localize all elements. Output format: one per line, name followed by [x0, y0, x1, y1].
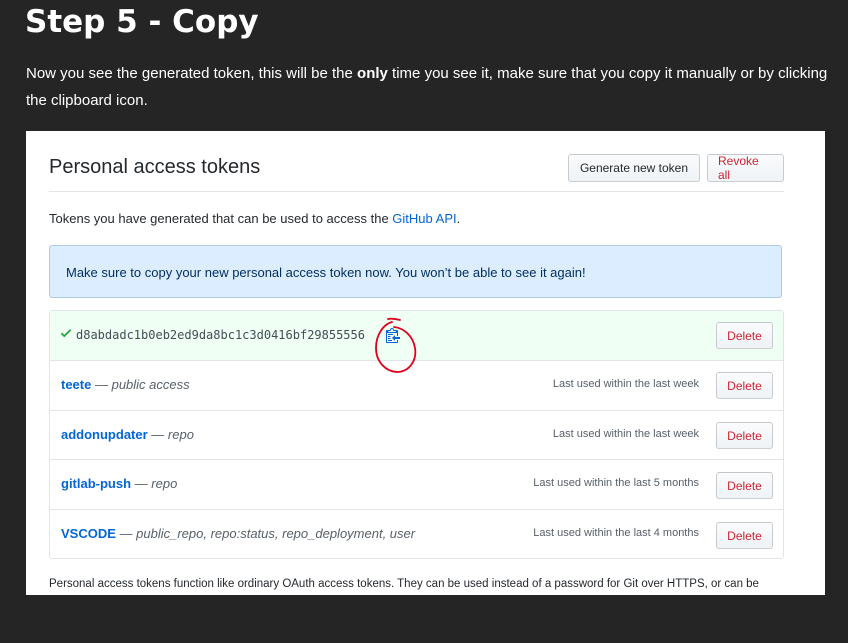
intro-text-before: Now you see the generated token, this wi…: [26, 65, 358, 82]
intro-paragraph: Now you see the generated token, this wi…: [26, 60, 831, 114]
copy-token-flash: Make sure to copy your new personal acce…: [49, 245, 782, 298]
description-period: .: [456, 211, 461, 226]
token-list: d8abdadc1b0eb2ed9da8bc1c3d0416bf29855556…: [49, 310, 784, 559]
generate-new-token-button[interactable]: Generate new token: [568, 154, 700, 182]
token-last-used: Last used within the last week: [552, 378, 699, 390]
token-name-link[interactable]: teete: [61, 377, 91, 392]
delete-token-button[interactable]: Delete: [716, 422, 773, 449]
token-scopes: repo: [151, 476, 178, 491]
footnote-text: Personal access tokens function like ord…: [49, 578, 759, 590]
delete-token-button[interactable]: Delete: [716, 522, 773, 549]
token-scopes: public access: [111, 377, 190, 392]
new-token-row: d8abdadc1b0eb2ed9da8bc1c3d0416bf29855556…: [50, 311, 783, 361]
token-scopes: repo: [167, 427, 194, 442]
token-row-teete: teete — public access Last used within t…: [50, 361, 783, 411]
token-last-used: Last used within the last 4 months: [533, 527, 699, 539]
description-text: Tokens you have generated that can be us…: [49, 211, 393, 226]
token-last-used: Last used within the last 5 months: [533, 477, 699, 489]
token-last-used: Last used within the last week: [552, 428, 699, 440]
token-name-link[interactable]: addonupdater: [61, 427, 148, 442]
token-row-addonupdater: addonupdater — repo Last used within the…: [50, 411, 783, 460]
token-separator: —: [147, 427, 168, 442]
new-token-value[interactable]: d8abdadc1b0eb2ed9da8bc1c3d0416bf29855556: [76, 328, 365, 342]
delete-token-button[interactable]: Delete: [716, 472, 773, 499]
token-info: teete — public access: [61, 377, 190, 392]
token-scopes: public_repo, repo:status, repo_deploymen…: [136, 526, 416, 541]
token-info: addonupdater — repo: [61, 427, 194, 442]
token-separator: —: [131, 476, 152, 491]
github-api-link[interactable]: GitHub API: [392, 211, 456, 226]
token-row-vscode: VSCODE — public_repo, repo:status, repo_…: [50, 510, 783, 558]
clipboard-icon[interactable]: [386, 327, 400, 343]
intro-emphasis: only: [357, 65, 388, 82]
delete-new-token-button[interactable]: Delete: [716, 322, 773, 349]
token-separator: —: [91, 377, 112, 392]
token-name-link[interactable]: VSCODE: [61, 526, 116, 541]
token-info: gitlab-push — repo: [61, 476, 177, 491]
step-title: Step 5 - Copy: [25, 4, 259, 40]
token-row-gitlab-push: gitlab-push — repo Last used within the …: [50, 460, 783, 510]
tokens-header: Personal access tokens Generate new toke…: [49, 151, 784, 192]
token-separator: —: [115, 526, 137, 541]
tokens-description: Tokens you have generated that can be us…: [49, 211, 460, 226]
check-icon: [60, 329, 72, 338]
token-info: VSCODE — public_repo, repo:status, repo_…: [61, 526, 415, 541]
tokens-title: Personal access tokens: [49, 156, 261, 178]
revoke-all-button[interactable]: Revoke all: [707, 154, 784, 182]
flash-message: Make sure to copy your new personal acce…: [66, 265, 586, 280]
tokens-screenshot-card: Personal access tokens Generate new toke…: [26, 131, 825, 595]
token-name-link[interactable]: gitlab-push: [61, 476, 131, 491]
delete-token-button[interactable]: Delete: [716, 372, 773, 399]
